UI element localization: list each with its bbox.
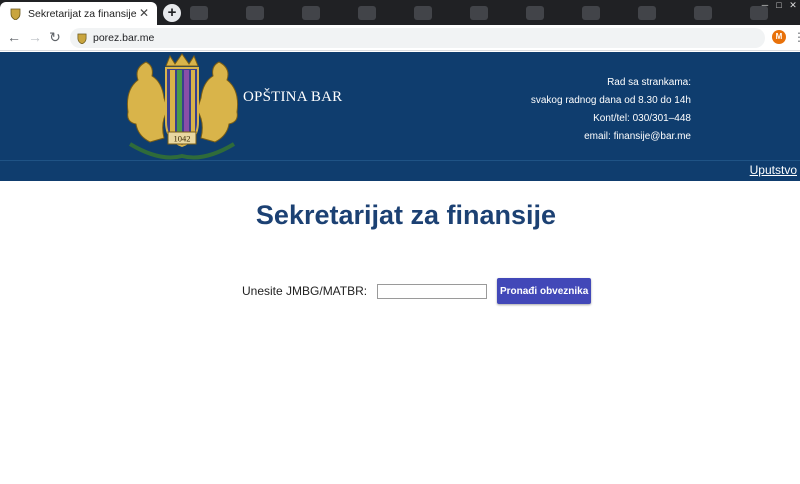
- crest-year: 1042: [174, 134, 191, 144]
- blurred-tab[interactable]: [470, 6, 488, 20]
- blurred-tab[interactable]: [358, 6, 376, 20]
- window-close-icon[interactable]: ✕: [786, 0, 800, 12]
- new-tab-button[interactable]: +: [163, 4, 181, 22]
- jmbg-input[interactable]: [377, 283, 488, 299]
- email-address: email: finansije@bar.me: [584, 131, 691, 142]
- reload-icon[interactable]: ↻: [47, 29, 63, 45]
- url-text: porez.bar.me: [93, 32, 155, 44]
- blurred-tab[interactable]: [582, 6, 600, 20]
- browser-toolbar: ← → ↻ porez.bar.me M ⋮: [0, 25, 800, 51]
- blurred-tab[interactable]: [526, 6, 544, 20]
- site-favicon-icon: [77, 33, 87, 44]
- window-controls: ─ □ ✕: [758, 0, 800, 12]
- tab-title: Sekretarijat za finansije: [28, 7, 137, 20]
- forward-icon[interactable]: →: [27, 29, 43, 45]
- help-link[interactable]: Uputstvo: [750, 163, 797, 177]
- site-header: 1042 OPŠTINA BAR Rad sa strankama: svako…: [0, 52, 800, 160]
- contact-info: Rad sa strankama: svakog radnog dana od …: [531, 74, 691, 146]
- phone-number: Kont/tel: 030/301–448: [593, 113, 691, 124]
- browser-tabstrip: Sekretarijat za finansije ✕ + ─ □ ✕: [0, 0, 800, 25]
- blurred-tab[interactable]: [190, 6, 208, 20]
- hours-label: Rad sa strankama:: [607, 77, 691, 88]
- office-hours: svakog radnog dana od 8.30 do 14h: [530, 95, 691, 106]
- blurred-tab[interactable]: [302, 6, 320, 20]
- maximize-icon[interactable]: □: [772, 0, 786, 12]
- blurred-tab[interactable]: [414, 6, 432, 20]
- search-form: Unesite JMBG/MATBR: Pronađi obveznika: [242, 278, 592, 304]
- close-icon[interactable]: ✕: [137, 6, 151, 20]
- nav-bar: Uputstvo: [0, 160, 800, 181]
- page-title: Sekretarijat za finansije: [255, 200, 557, 230]
- back-icon[interactable]: ←: [6, 29, 22, 45]
- browser-tab[interactable]: Sekretarijat za finansije ✕: [0, 2, 157, 25]
- find-taxpayer-button[interactable]: Pronađi obveznika: [497, 278, 592, 304]
- blurred-tab[interactable]: [246, 6, 264, 20]
- crest-logo: 1042: [127, 53, 238, 160]
- profile-avatar[interactable]: M: [772, 30, 786, 44]
- address-bar[interactable]: porez.bar.me: [70, 28, 765, 48]
- municipality-name: OPŠTINA BAR: [243, 89, 343, 105]
- blurred-tab[interactable]: [694, 6, 712, 20]
- blurred-tabs: [190, 6, 768, 20]
- menu-icon[interactable]: ⋮: [793, 30, 800, 44]
- minimize-icon[interactable]: ─: [758, 0, 772, 12]
- shield-icon: [9, 7, 22, 20]
- jmbg-label: Unesite JMBG/MATBR:: [242, 284, 368, 298]
- blurred-tab[interactable]: [638, 6, 656, 20]
